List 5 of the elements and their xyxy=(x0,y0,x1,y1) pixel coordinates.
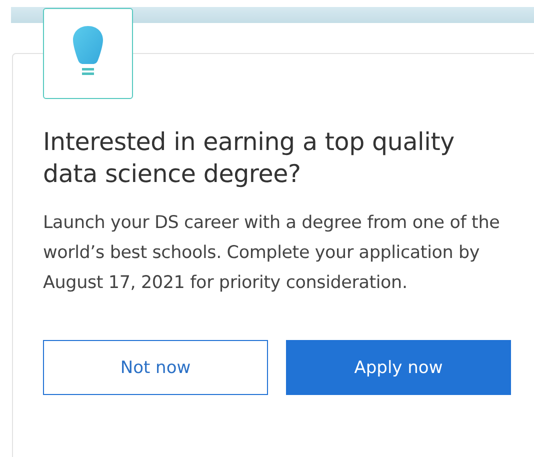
dismiss-button[interactable]: Not now xyxy=(43,340,268,395)
lightbulb-icon xyxy=(72,24,104,74)
card-text: Launch your DS career with a degree from one of the world’s best schools. Complete your application by August 17, 2021 for priority consideration. xyxy=(43,212,501,295)
apply-button[interactable]: Apply now xyxy=(286,340,511,395)
card-title: Interested in earning a top quality data science degree? xyxy=(43,126,456,190)
